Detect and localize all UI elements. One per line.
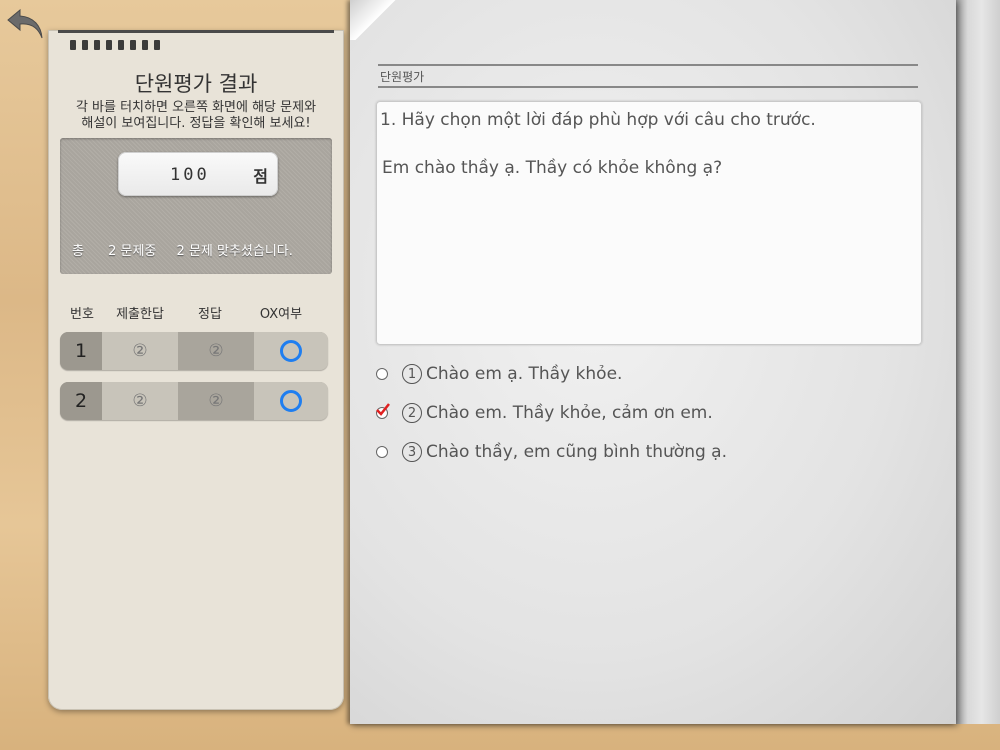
option-2[interactable]: 2 Chào em. Thầy khỏe, cảm ơn em.: [376, 401, 713, 425]
result-row-2[interactable]: 2 ② ②: [60, 382, 328, 420]
section-label: 단원평가: [380, 70, 425, 84]
option-number: 2: [402, 403, 422, 423]
summary-total-count: 2 문제중: [108, 244, 157, 259]
page-curl[interactable]: [350, 0, 400, 40]
score-unit: 점: [253, 167, 268, 186]
summary-total-label: 총: [72, 244, 84, 259]
score-value: 100: [170, 165, 210, 185]
question-page: 단원평가 1. Hãy chọn một lời đáp phù hợp với…: [350, 0, 956, 724]
back-arrow-icon: [7, 8, 43, 39]
row-ox-cell: [254, 382, 328, 420]
option-1[interactable]: 1 Chào em ạ. Thầy khỏe.: [376, 362, 622, 386]
radio-icon: [376, 368, 388, 380]
check-icon: [376, 403, 390, 416]
question-text: 1. Hãy chọn một lời đáp phù hợp với câu …: [380, 110, 816, 130]
option-text: Chào em ạ. Thầy khỏe.: [426, 364, 623, 384]
result-row-1[interactable]: 1 ② ②: [60, 332, 328, 370]
row-submitted-answer: ②: [102, 382, 178, 420]
option-text: Chào em. Thầy khỏe, cảm ơn em.: [426, 403, 713, 423]
score-summary: 총 2 문제중 2 문제 맞추셨습니다.: [72, 240, 297, 259]
section-divider-top: [378, 64, 918, 66]
question-box: 1. Hãy chọn một lời đáp phù hợp với câu …: [376, 101, 922, 345]
row-number: 2: [60, 382, 102, 420]
section-divider-bottom: [378, 86, 918, 88]
back-button[interactable]: [6, 6, 46, 42]
header-number: 번호: [70, 307, 94, 322]
header-submitted: 제출한답: [116, 307, 164, 322]
option-number: 3: [402, 442, 422, 462]
question-sentence: Em chào thầy ạ. Thầy có khỏe không ạ?: [382, 158, 723, 178]
option-number: 1: [402, 364, 422, 384]
binder-holes: [70, 40, 160, 50]
score-box: 100 점 총 2 문제중 2 문제 맞추셨습니다.: [60, 138, 332, 274]
option-text: Chào thầy, em cũng bình thường ạ.: [426, 442, 727, 462]
row-correct-answer: ②: [178, 382, 254, 420]
description-line-1: 각 바를 터치하면 오른쪽 화면에 해당 문제와: [75, 100, 317, 115]
correct-circle-icon: [280, 390, 302, 412]
book-spine: [954, 0, 1000, 724]
panel-top-border: [58, 30, 334, 33]
score-field: 100 점: [118, 152, 278, 196]
panel-description: 각 바를 터치하면 오른쪽 화면에 해당 문제와 해설이 보여집니다. 정답을 …: [58, 100, 334, 132]
summary-correct-count: 2 문제 맞추셨습니다.: [176, 244, 293, 259]
header-answer: 정답: [198, 307, 222, 322]
correct-circle-icon: [280, 340, 302, 362]
header-ox: OX여부: [259, 307, 303, 322]
row-number: 1: [60, 332, 102, 370]
radio-icon-selected: [376, 403, 390, 419]
row-ox-cell: [254, 332, 328, 370]
result-table-header: 번호 제출한답 정답 OX여부: [60, 303, 332, 323]
radio-icon: [376, 446, 388, 458]
row-submitted-answer: ②: [102, 332, 178, 370]
description-line-2: 해설이 보여집니다. 정답을 확인해 보세요!: [81, 116, 311, 131]
row-correct-answer: ②: [178, 332, 254, 370]
result-panel: 단원평가 결과 각 바를 터치하면 오른쪽 화면에 해당 문제와 해설이 보여집…: [48, 30, 344, 710]
panel-title: 단원평가 결과: [134, 72, 258, 96]
option-3[interactable]: 3 Chào thầy, em cũng bình thường ạ.: [376, 440, 727, 464]
